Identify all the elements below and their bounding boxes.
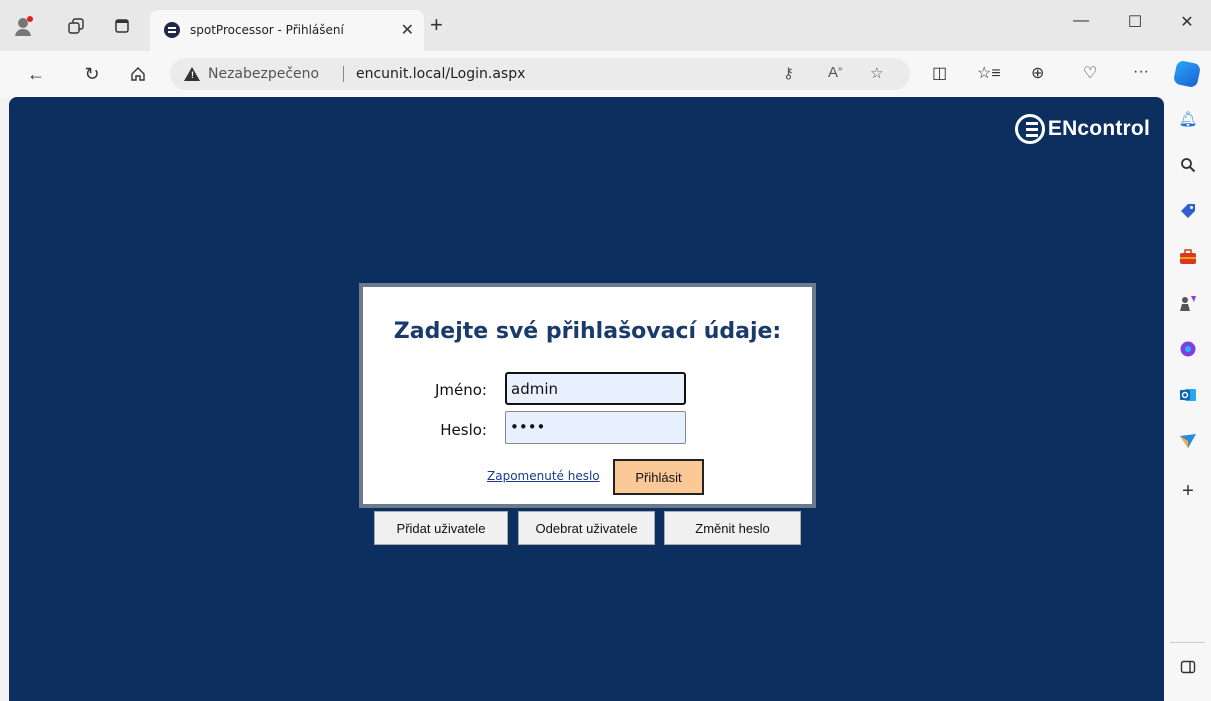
tab-active[interactable]: spotProcessor - Přihlášení ✕ (150, 10, 424, 51)
microsoft-365-icon[interactable] (1178, 339, 1198, 359)
copilot-icon[interactable] (1172, 59, 1202, 89)
profile-icon[interactable] (12, 14, 36, 38)
warning-icon[interactable]: ! (184, 67, 200, 81)
login-panel: Zadejte své přihlašovací údaje: Jméno: a… (359, 283, 816, 508)
bell-icon[interactable]: 🔔︎ (1178, 109, 1198, 129)
change-password-button[interactable]: Změnit heslo (664, 511, 801, 545)
encontrol-logo-icon (1014, 114, 1045, 144)
read-aloud-icon[interactable]: A» (828, 64, 842, 81)
split-screen-icon[interactable]: ◫ (932, 63, 947, 83)
tab-title: spotProcessor - Přihlášení (190, 23, 344, 37)
login-button[interactable]: Přihlásit (613, 459, 704, 495)
username-field[interactable]: admin (505, 372, 686, 405)
more-menu-icon[interactable]: ··· (1133, 63, 1149, 81)
password-field[interactable]: •••• (505, 411, 686, 444)
close-window-icon[interactable]: ✕ (1172, 12, 1202, 32)
remove-user-button[interactable]: Odebrat uživatele (518, 511, 655, 545)
brand-name: ENcontrol (1047, 117, 1150, 140)
address-separator (343, 66, 344, 82)
url-text[interactable]: encunit.local/Login.aspx (356, 66, 525, 82)
password-key-icon[interactable]: ⚷ (783, 64, 794, 82)
hide-sidebar-icon[interactable] (1178, 657, 1198, 677)
home-icon[interactable] (126, 62, 150, 86)
games-icon[interactable] (1178, 293, 1198, 313)
username-label: Jméno: (434, 381, 487, 399)
add-sidebar-app-icon[interactable]: + (1178, 480, 1198, 502)
password-label: Heslo: (440, 421, 487, 439)
search-icon[interactable] (1178, 155, 1198, 175)
shopping-tag-icon[interactable] (1178, 201, 1198, 221)
forgot-password-link[interactable]: Zapomenuté heslo (487, 469, 600, 483)
browser-toolbar: ← ↻ ! Nezabezpečeno encunit.local/Login.… (0, 51, 1211, 97)
site-favicon-icon (164, 22, 180, 38)
sidebar-divider (1170, 642, 1205, 643)
minimize-icon[interactable]: — (1066, 12, 1096, 30)
tools-briefcase-icon[interactable] (1178, 247, 1198, 267)
login-title: Zadejte své přihlašovací údaje: (393, 319, 782, 344)
new-tab-icon[interactable]: + (430, 14, 443, 36)
refresh-icon[interactable]: ↻ (80, 62, 104, 86)
outlook-icon[interactable] (1178, 385, 1198, 405)
add-user-button[interactable]: Přidat uživatele (374, 511, 508, 545)
address-bar[interactable]: ! Nezabezpečeno encunit.local/Login.aspx… (170, 58, 910, 90)
browser-essentials-icon[interactable]: ♡ (1083, 63, 1097, 83)
drop-send-icon[interactable] (1178, 431, 1198, 451)
maximize-icon[interactable]: ☐ (1120, 12, 1150, 32)
favorites-icon[interactable]: ☆≡ (977, 63, 1001, 83)
back-icon[interactable]: ← (24, 62, 48, 86)
security-label[interactable]: Nezabezpečeno (208, 66, 319, 82)
close-tab-icon[interactable]: ✕ (401, 20, 414, 40)
favorite-star-icon[interactable]: ☆ (870, 64, 883, 82)
workspaces-icon[interactable] (64, 14, 88, 38)
browser-sidebar: 🔔︎ + (1164, 97, 1211, 701)
page-viewport: ENcontrol Zadejte své přihlašovací údaje… (9, 97, 1164, 701)
browser-tab-bar: spotProcessor - Přihlášení ✕ + — ☐ ✕ (0, 0, 1211, 51)
collections-icon[interactable]: ⊕ (1031, 63, 1044, 83)
tab-actions-icon[interactable] (110, 14, 134, 38)
brand-logo: ENcontrol (1014, 114, 1150, 144)
